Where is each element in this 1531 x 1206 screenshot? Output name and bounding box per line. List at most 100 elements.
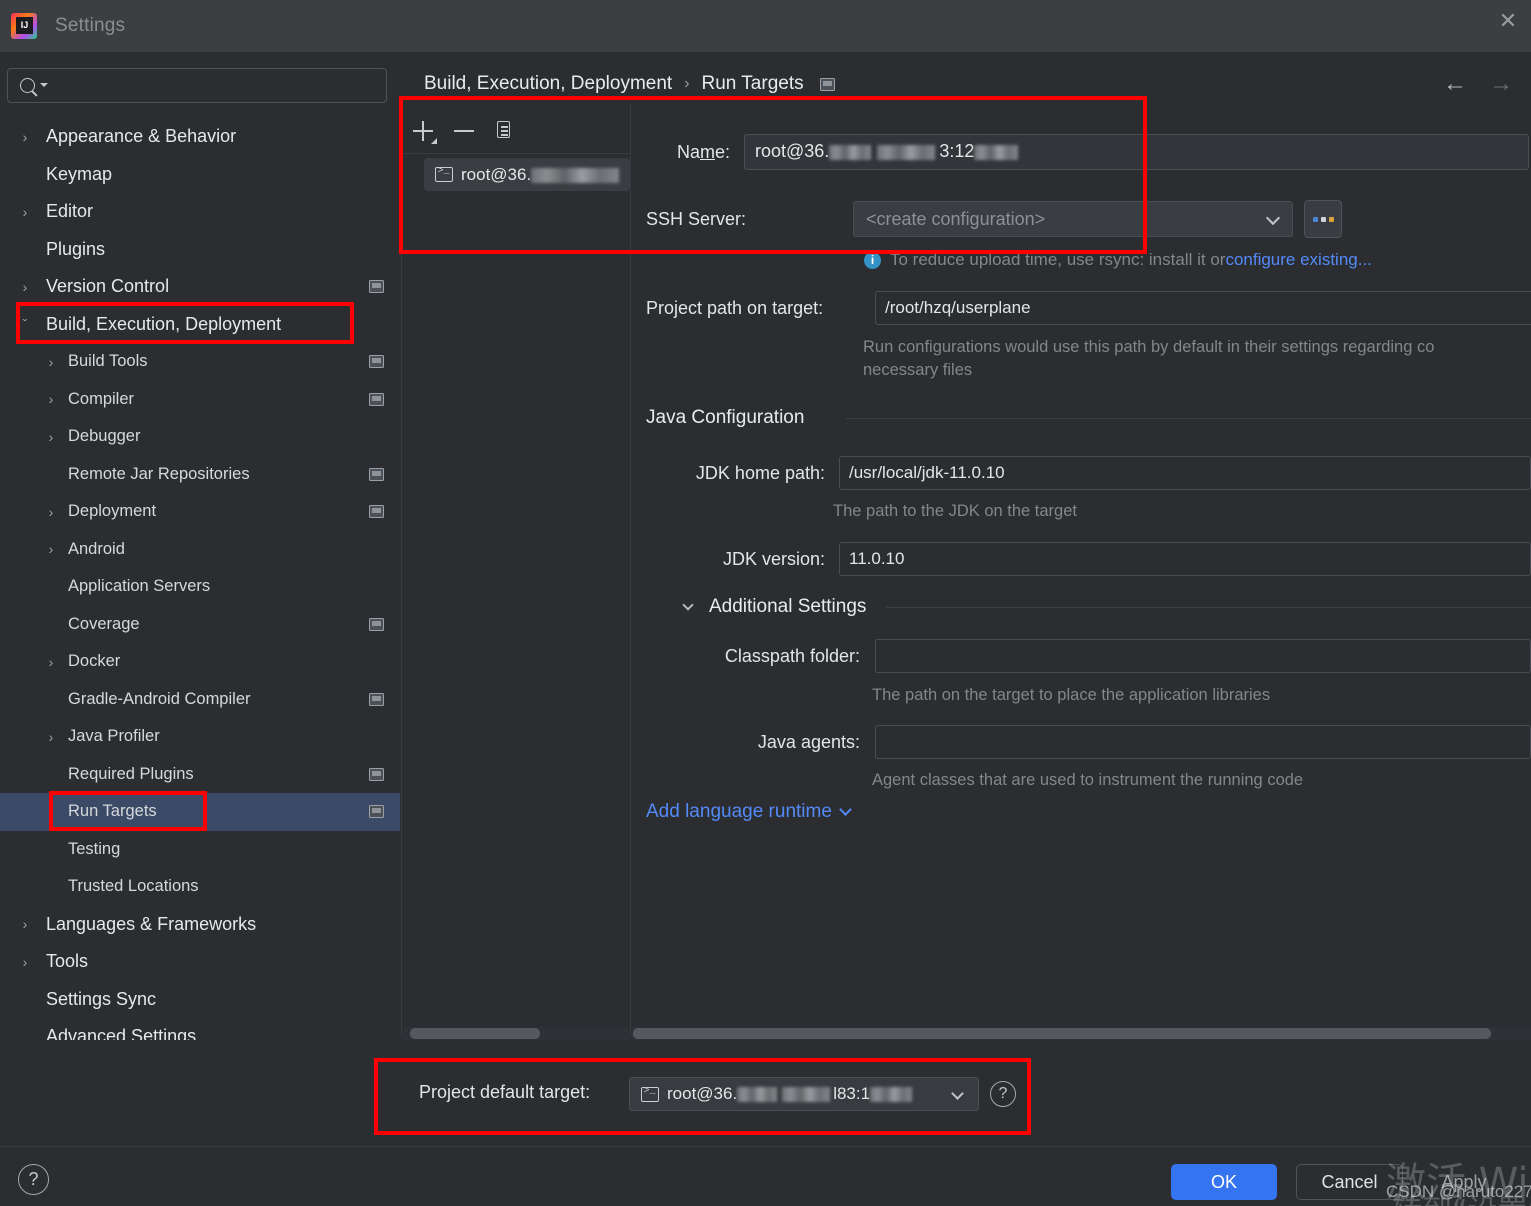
chevron-right-icon[interactable]: › [44,542,58,556]
ssh-server-row: SSH Server: <create configuration> [646,200,1342,238]
search-box[interactable] [7,68,387,103]
sidebar-item-deployment[interactable]: › Deployment [0,493,400,531]
chevron-down-icon [951,1087,964,1100]
jdk-version-row: JDK version: [672,542,1531,576]
sidebar-item-debugger[interactable]: › Debugger [0,418,400,456]
chevron-right-icon[interactable]: › [44,730,58,744]
breadcrumb-root[interactable]: Build, Execution, Deployment [424,73,672,95]
chevron-right-icon[interactable]: › [44,505,58,519]
sidebar-item-testing[interactable]: Testing [0,831,400,869]
project-scope-icon [369,467,384,481]
sidebar-item-compiler[interactable]: › Compiler [0,381,400,419]
arrow-left-icon[interactable]: ← [1443,72,1467,96]
sidebar-item-label: Keymap [46,163,113,184]
intellij-idea-logo-icon [11,13,37,39]
target-list-toolbar [405,112,517,150]
project-default-target-help-icon[interactable]: ? [990,1081,1016,1107]
sidebar-item-languages-frameworks[interactable]: › Languages & Frameworks [0,906,400,944]
chevron-right-icon[interactable]: › [44,655,58,669]
sidebar-item-java-profiler[interactable]: › Java Profiler [0,718,400,756]
search-input[interactable] [56,77,386,94]
sidebar-item-coverage[interactable]: Coverage [0,606,400,644]
project-scope-icon [369,692,384,706]
java-agents-input[interactable] [875,725,1531,759]
sidebar-item-tools[interactable]: › Tools [0,943,400,981]
jdk-home-path-row: JDK home path: [672,456,1531,490]
redacted-text [877,144,936,160]
triangle-down-icon[interactable] [40,83,48,91]
classpath-folder-input[interactable] [875,639,1531,673]
chevron-right-icon[interactable]: › [18,130,32,144]
breadcrumb-leaf: Run Targets [701,73,804,94]
sidebar-item-application-servers[interactable]: Application Servers [0,568,400,606]
terminal-icon [641,1086,659,1102]
remove-target-button[interactable] [452,119,476,143]
sidebar-item-version-control[interactable]: › Version Control [0,268,400,306]
arrow-right-icon[interactable]: → [1489,72,1513,96]
sidebar-item-keymap[interactable]: Keymap [0,156,400,194]
name-input[interactable]: root@36. 3:12 [744,134,1529,170]
breadcrumb-separator: › [684,75,690,92]
add-language-runtime-link[interactable]: Add language runtime [646,801,852,823]
additional-settings-header[interactable]: Additional Settings [682,596,866,618]
chevron-down-icon [682,599,696,613]
sidebar-item-trusted-locations[interactable]: Trusted Locations [0,868,400,906]
project-scope-icon [369,767,384,781]
sidebar-item-required-plugins[interactable]: Required Plugins [0,756,400,794]
redacted-text [974,144,1019,160]
project-scope-icon [369,392,384,406]
chevron-right-icon[interactable]: › [18,205,32,219]
sidebar-item-remote-jar-repositories[interactable]: Remote Jar Repositories [0,456,400,494]
sidebar-item-run-targets[interactable]: Run Targets [0,793,400,831]
configure-existing-link[interactable]: configure existing... [1225,250,1371,270]
window-titlebar: Settings [0,0,1531,52]
search-icon [20,78,35,93]
watermark-credit: CSDN @naruto227 [1386,1182,1531,1201]
redacted-text [737,1087,778,1103]
sidebar-item-appearance-behavior[interactable]: › Appearance & Behavior [0,118,400,156]
scrollbar-thumb-form[interactable] [633,1028,1491,1039]
chevron-right-icon[interactable]: › [44,355,58,369]
list-item[interactable]: root@36. [424,158,630,191]
name-label: Name: [676,141,730,162]
project-scope-icon [369,617,384,631]
help-button[interactable]: ? [18,1164,49,1195]
chevron-right-icon[interactable]: › [18,955,32,969]
ssh-server-more-button[interactable] [1304,200,1342,238]
close-icon[interactable]: ✕ [1491,4,1525,38]
jdk-home-path-input[interactable] [839,456,1531,490]
sidebar-item-plugins[interactable]: Plugins [0,231,400,269]
sidebar-item-docker[interactable]: › Docker [0,643,400,681]
sidebar-item-label: Java Profiler [68,727,160,746]
chevron-down-icon[interactable]: ˇ [18,317,32,331]
ok-button[interactable]: OK [1171,1164,1277,1200]
scrollbar-thumb-list[interactable] [410,1028,540,1039]
sidebar-item-build-execution-deployment[interactable]: ˇ Build, Execution, Deployment [0,306,400,344]
sidebar-item-editor[interactable]: › Editor [0,193,400,231]
section-separator [846,418,1531,419]
pane-divider-right [630,104,631,1038]
chevron-down-icon [839,803,852,816]
sidebar-item-settings-sync[interactable]: Settings Sync [0,981,400,1019]
sidebar-item-label: Build Tools [68,352,148,371]
settings-tree[interactable]: › Appearance & Behavior Keymap › Editor Plugi… [0,118,400,1138]
sidebar-item-gradle-android-compiler[interactable]: Gradle-Android Compiler [0,681,400,719]
copy-target-button[interactable] [493,118,517,143]
sidebar-item-label: Docker [68,652,121,671]
ssh-server-value: <create configuration> [866,208,1046,229]
chevron-right-icon[interactable]: › [44,430,58,444]
project-path-input[interactable] [875,291,1531,325]
chevron-right-icon[interactable]: › [44,392,58,406]
chevron-right-icon[interactable]: › [18,280,32,294]
add-target-button[interactable] [411,119,437,144]
sidebar-item-android[interactable]: › Android [0,531,400,569]
section-separator [886,607,1531,608]
ssh-server-select[interactable]: <create configuration> [853,201,1293,237]
sidebar-item-label: Debugger [68,427,141,446]
project-default-target-select[interactable]: root@36.l83:1 [629,1077,979,1111]
sidebar-item-build-tools[interactable]: › Build Tools [0,343,400,381]
sidebar-item-label: Gradle-Android Compiler [68,689,251,708]
jdk-version-input[interactable] [839,542,1531,576]
list-item-label: root@36. [461,165,620,185]
chevron-right-icon[interactable]: › [18,917,32,931]
